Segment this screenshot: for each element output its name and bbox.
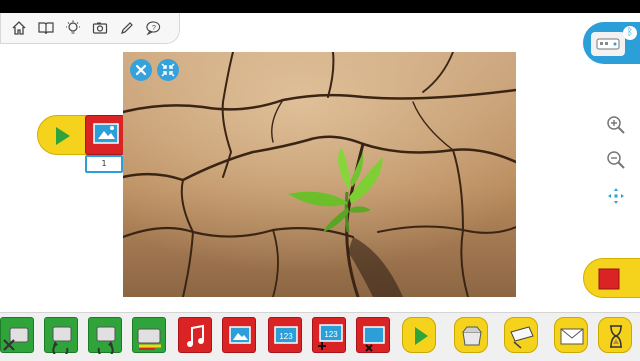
hub-device-icon — [591, 32, 625, 56]
stop-button[interactable] — [583, 258, 640, 298]
hub-connection-button[interactable]: ᛒ — [583, 22, 640, 64]
camera-button[interactable] — [86, 15, 113, 42]
motor-off-block[interactable] — [0, 317, 34, 353]
display-number-icon: 123 — [274, 326, 298, 344]
book-button[interactable] — [32, 15, 59, 42]
svg-text:123: 123 — [279, 332, 293, 341]
display-photo — [123, 52, 516, 297]
zoom-in-button[interactable] — [606, 115, 626, 139]
touch-input-block[interactable] — [454, 317, 488, 353]
pencil-icon — [120, 22, 133, 34]
shrink-photo-button[interactable] — [157, 59, 179, 81]
status-bar — [0, 0, 640, 13]
display-add-number-block[interactable]: 123 — [312, 317, 346, 353]
close-icon — [135, 64, 147, 76]
block-palette: 123 123 — [0, 312, 640, 361]
display-image-icon — [93, 123, 119, 144]
motor-power-block[interactable] — [132, 317, 166, 353]
display-image-palette-block[interactable] — [222, 317, 256, 353]
help-button[interactable]: ? — [140, 15, 167, 42]
play-icon — [56, 127, 70, 145]
start-icon — [415, 327, 428, 345]
book-icon — [37, 22, 54, 35]
motor-off-icon — [3, 327, 29, 351]
home-icon — [12, 21, 25, 35]
touch-input-icon — [462, 326, 482, 346]
sound-icon — [187, 324, 204, 347]
zoom-in-icon — [607, 116, 625, 134]
motor-power-icon — [137, 328, 161, 350]
motor-rotate-left-block[interactable] — [44, 317, 78, 359]
display-image-block[interactable] — [85, 115, 125, 155]
edit-button[interactable] — [113, 15, 140, 42]
display-add-number-icon: 123 — [318, 324, 343, 350]
ideas-button[interactable] — [59, 15, 86, 42]
block-parameter-input[interactable]: 1 — [85, 155, 123, 173]
camera-icon — [92, 22, 107, 34]
fit-screen-icon — [608, 188, 624, 204]
fit-screen-button[interactable] — [606, 186, 626, 210]
svg-text:123: 123 — [324, 330, 338, 339]
shrink-icon — [161, 63, 175, 77]
display-number-block[interactable]: 123 — [268, 317, 302, 353]
wait-timer-block[interactable] — [598, 317, 632, 353]
display-clear-icon — [363, 326, 385, 352]
top-toolbar: ? — [0, 13, 180, 44]
tilt-input-block[interactable] — [504, 317, 538, 353]
zoom-out-button[interactable] — [606, 150, 626, 174]
zoom-out-icon — [607, 151, 625, 169]
motor-rotate-right-icon — [96, 326, 116, 359]
close-photo-button[interactable] — [130, 59, 152, 81]
message-block[interactable] — [554, 317, 588, 353]
home-button[interactable] — [5, 15, 32, 42]
display-clear-block[interactable] — [356, 317, 390, 353]
message-icon — [560, 328, 584, 345]
bluetooth-icon: ᛒ — [623, 26, 637, 40]
tilt-input-icon — [510, 326, 534, 349]
help-icon: ? — [145, 21, 160, 36]
motor-rotate-right-block[interactable] — [88, 317, 122, 359]
start-palette-block[interactable] — [402, 317, 436, 353]
motor-rotate-left-icon — [52, 326, 72, 359]
stop-icon — [598, 268, 620, 290]
start-block[interactable] — [37, 115, 91, 155]
lightbulb-icon — [65, 20, 80, 34]
sound-block[interactable] — [178, 317, 212, 353]
svg-text:?: ? — [152, 25, 156, 32]
display-image-icon — [229, 326, 251, 344]
wait-timer-icon — [610, 325, 622, 348]
